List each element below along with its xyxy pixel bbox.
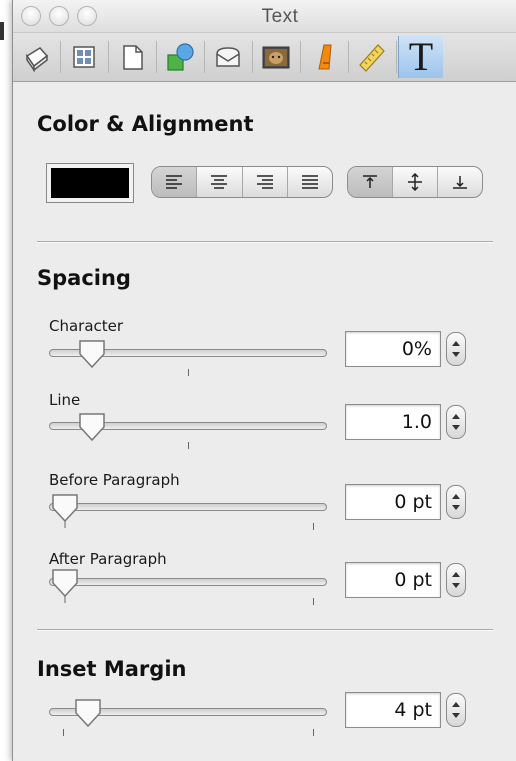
line-stepper[interactable] xyxy=(446,405,466,439)
align-bottom-icon xyxy=(453,176,467,189)
before-paragraph-value-field[interactable]: 0 pt xyxy=(345,484,441,520)
stepper-down-icon xyxy=(452,505,460,510)
window-title: Text xyxy=(261,6,299,27)
font-inspector-tab[interactable] xyxy=(302,36,346,78)
align-justify-icon xyxy=(301,175,318,189)
align-bottom-button[interactable] xyxy=(438,167,482,197)
stepper-up-icon xyxy=(452,702,460,707)
inset-margin-slider-tick xyxy=(63,729,64,736)
toolbar-separator xyxy=(300,41,301,73)
line-label: Line xyxy=(49,391,81,409)
character-label: Character xyxy=(49,317,124,335)
stepper-down-icon xyxy=(452,425,460,430)
align-right-button[interactable] xyxy=(243,167,288,197)
text-inspector-icon: T xyxy=(408,34,434,79)
before-paragraph-slider-tick xyxy=(313,523,314,530)
character-stepper[interactable] xyxy=(446,332,466,366)
toolbar-separator xyxy=(348,41,349,73)
document-inspector-tab[interactable] xyxy=(15,36,59,78)
background-edge-mark xyxy=(0,22,4,40)
align-top-icon xyxy=(363,175,377,188)
document-inspector-icon xyxy=(25,47,49,72)
align-justify-button[interactable] xyxy=(288,167,332,197)
title-bar[interactable]: Text xyxy=(13,0,516,33)
character-slider-thumb[interactable] xyxy=(77,338,107,370)
shape-inspector-tab[interactable] xyxy=(158,36,202,78)
section-divider xyxy=(37,241,493,243)
align-middle-icon xyxy=(408,173,422,191)
stepper-up-icon xyxy=(452,414,460,419)
align-right-icon xyxy=(256,175,273,189)
after-paragraph-label: After Paragraph xyxy=(49,550,167,568)
metrics-inspector-icon xyxy=(359,44,385,72)
inspector-toolbar: T xyxy=(13,33,516,82)
toolbar-separator xyxy=(156,41,157,73)
inset-margin-slider-tick xyxy=(313,729,314,736)
toolbar-separator xyxy=(396,41,397,73)
layout-inspector-icon xyxy=(73,46,95,68)
align-center-button[interactable] xyxy=(197,167,243,197)
image-inspector-tab[interactable] xyxy=(254,36,298,78)
character-slider-tick xyxy=(188,369,189,376)
comment-inspector-tab[interactable] xyxy=(206,36,250,78)
comment-inspector-icon xyxy=(216,47,240,67)
toolbar-separator xyxy=(252,41,253,73)
after-paragraph-slider-tick xyxy=(313,598,314,605)
before-paragraph-slider[interactable] xyxy=(49,503,327,511)
align-center-icon xyxy=(211,175,228,189)
font-inspector-icon xyxy=(318,44,332,70)
stepper-up-icon xyxy=(452,341,460,346)
toolbar-separator xyxy=(204,41,205,73)
align-left-button[interactable] xyxy=(152,167,198,197)
text-inspector-window: Text T Color & Alignment Spacing Charact… xyxy=(12,0,516,761)
before-paragraph-label: Before Paragraph xyxy=(49,471,180,489)
metrics-inspector-tab[interactable] xyxy=(350,36,394,78)
stepper-up-icon xyxy=(452,572,460,577)
inset-margin-heading: Inset Margin xyxy=(37,657,187,681)
text-color-well[interactable] xyxy=(46,163,134,203)
vertical-alignment-control xyxy=(347,166,483,198)
inset-margin-slider-thumb[interactable] xyxy=(73,697,103,729)
page-inspector-tab[interactable] xyxy=(110,36,154,78)
after-paragraph-slider[interactable] xyxy=(49,578,327,586)
stepper-down-icon xyxy=(452,583,460,588)
inset-margin-value-field[interactable]: 4 pt xyxy=(345,692,441,728)
line-slider-thumb[interactable] xyxy=(77,411,107,443)
stepper-down-icon xyxy=(452,352,460,357)
before-paragraph-slider-thumb[interactable] xyxy=(50,492,80,530)
toolbar-separator xyxy=(60,41,61,73)
after-paragraph-stepper[interactable] xyxy=(446,563,466,597)
after-paragraph-slider-thumb[interactable] xyxy=(50,567,80,605)
page-inspector-icon xyxy=(123,45,143,70)
section-divider xyxy=(37,629,493,631)
text-color-fill xyxy=(51,168,129,198)
before-paragraph-stepper[interactable] xyxy=(446,485,466,519)
color-alignment-heading: Color & Alignment xyxy=(37,112,254,136)
stepper-up-icon xyxy=(452,494,460,499)
shape-inspector-icon xyxy=(167,43,194,71)
inset-margin-stepper[interactable] xyxy=(446,693,466,727)
spacing-heading: Spacing xyxy=(37,266,131,290)
character-value-field[interactable]: 0% xyxy=(345,331,441,367)
align-top-button[interactable] xyxy=(348,167,393,197)
layout-inspector-tab[interactable] xyxy=(62,36,106,78)
after-paragraph-value-field[interactable]: 0 pt xyxy=(345,562,441,598)
align-middle-button[interactable] xyxy=(393,167,438,197)
align-left-icon xyxy=(166,175,183,189)
line-slider-tick xyxy=(188,442,189,449)
image-inspector-icon xyxy=(262,46,290,69)
line-value-field[interactable]: 1.0 xyxy=(345,404,441,440)
stepper-down-icon xyxy=(452,713,460,718)
toolbar-separator xyxy=(108,41,109,73)
text-inspector-tab[interactable]: T xyxy=(398,36,443,78)
horizontal-alignment-control xyxy=(151,166,333,198)
